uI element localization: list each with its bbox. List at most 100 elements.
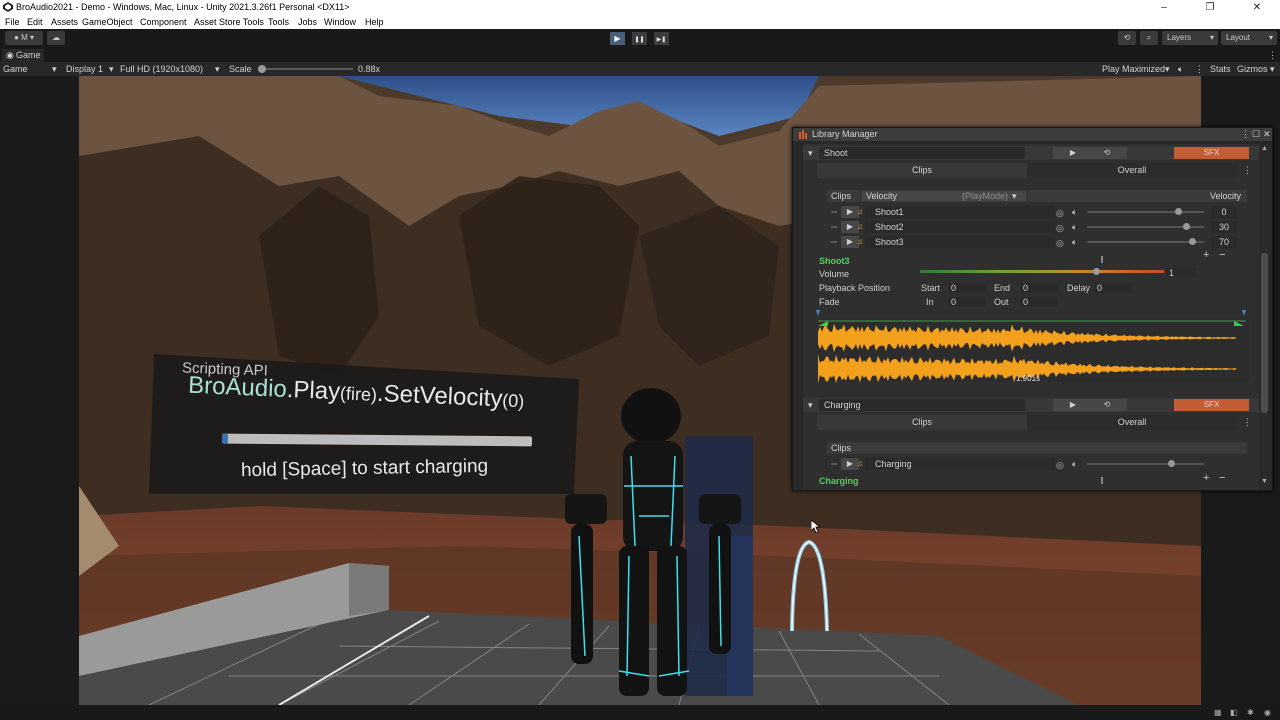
entity-type-badge[interactable]: SFX [1174,147,1249,159]
menu-help[interactable]: Help [365,15,384,29]
chevron-down-icon[interactable]: ▾ [808,146,813,160]
target-icon[interactable]: ◎ [1056,236,1064,250]
tab-clips[interactable]: Clips [817,163,1027,178]
tab-clips[interactable]: Clips [817,415,1027,430]
chevron-down-icon[interactable]: ▾ [808,398,813,412]
entity-name-field[interactable]: Charging [819,399,1025,411]
play-mode-dropdown[interactable]: Play Maximized [1102,62,1165,76]
clip-name-field[interactable]: ♫ Shoot3 [857,236,1055,248]
play-button[interactable]: ▶ [610,32,625,45]
clip-name-field[interactable]: ♫ Shoot2 [857,221,1055,233]
more-options-icon[interactable]: ⋮ [1241,128,1250,141]
volume-slider[interactable] [920,270,1164,273]
mute-audio-icon[interactable]: 🔈︎ [1178,62,1183,76]
settings-icon[interactable]: ⋮ [1195,62,1204,76]
gizmos-button[interactable]: Gizmos [1237,62,1268,76]
target-icon[interactable]: ◎ [1056,221,1064,235]
list-item[interactable]: ▶ ♫ Charging ◎ 🔈︎ [827,457,1247,471]
drag-handle[interactable] [831,226,837,228]
game-mode-dropdown[interactable]: Game [3,62,28,76]
menu-gameobject[interactable]: GameObject [82,15,133,29]
progress-icon[interactable]: ▦ [1214,708,1223,717]
entity-name-field[interactable]: Shoot [819,147,1025,159]
menu-file[interactable]: File [5,15,20,29]
menu-asset-store-tools[interactable]: Asset Store Tools [194,15,264,29]
tab-overall[interactable]: Overall [1027,163,1237,178]
tab-overall[interactable]: Overall [1027,415,1237,430]
clip-velocity-field[interactable]: 30 [1211,221,1237,233]
collab-icon[interactable]: ◉ [1264,708,1273,717]
resolution-dropdown[interactable]: Full HD (1920x1080) [120,62,203,76]
entity-loop-button[interactable]: ⟲ [1087,147,1127,159]
delay-field[interactable]: 0 [1094,283,1132,293]
history-button[interactable]: ⟲ [1118,31,1136,45]
end-field[interactable]: 0 [1020,283,1058,293]
library-manager-titlebar[interactable]: Library Manager ⋮ ☐ ✕ [793,128,1272,141]
clip-volume-slider[interactable] [1087,211,1204,213]
start-field[interactable]: 0 [948,283,986,293]
scroll-up-icon[interactable]: ▲ [1261,145,1268,152]
clip-volume-slider[interactable] [1087,241,1204,243]
list-item[interactable]: ▶ ♫ Shoot1 ◎ 🔈︎ 0 [827,205,1247,219]
entity-header-charging[interactable]: ▾ Charging ▶ ⟲ SFX [803,398,1259,412]
display-dropdown[interactable]: Display 1 [66,62,103,76]
waveform-preview[interactable] [816,308,1252,384]
target-icon[interactable]: ◎ [1056,458,1064,472]
drag-handle[interactable] [831,241,837,243]
entity-loop-button[interactable]: ⟲ [1087,399,1127,411]
maximize-icon[interactable]: ☐ [1252,128,1260,141]
clip-volume-slider[interactable] [1087,463,1204,465]
fade-out-field[interactable]: 0 [1020,297,1058,307]
step-button[interactable]: ▶❚ [654,32,669,45]
pause-button[interactable]: ❚❚ [632,32,647,45]
menu-window[interactable]: Window [324,15,356,29]
cache-icon[interactable]: ◧ [1230,708,1239,717]
entity-type-badge[interactable]: SFX [1174,399,1249,411]
drag-handle[interactable] [831,211,837,213]
clip-volume-knob[interactable] [1189,238,1197,245]
maximize-button[interactable]: ❐ [1187,0,1233,15]
fade-in-field[interactable]: 0 [948,297,986,307]
layers-dropdown[interactable]: Layers ▾ [1162,31,1218,45]
scale-slider-knob[interactable] [257,65,266,73]
clip-volume-knob[interactable] [1168,460,1176,467]
start-marker-icon[interactable] [816,310,820,316]
layout-dropdown[interactable]: Layout ▾ [1221,31,1277,45]
clip-velocity-field[interactable]: 70 [1211,236,1237,248]
clip-name-field[interactable]: ♫ Charging [857,458,1055,470]
drag-handle[interactable] [831,463,837,465]
menu-jobs[interactable]: Jobs [298,15,317,29]
target-icon[interactable]: ◎ [1056,206,1064,220]
end-marker-icon[interactable] [1242,310,1246,316]
list-item[interactable]: ▶ ♫ Shoot3 ◎ 🔈︎ 70 [827,235,1247,249]
minimize-button[interactable]: – [1141,0,1187,15]
list-item[interactable]: ▶ ♫ Shoot2 ◎ 🔈︎ 30 [827,220,1247,234]
cloud-button[interactable]: ☁ [47,31,65,45]
remove-clip-button[interactable]: − [1219,249,1225,261]
search-button[interactable]: ⌕ [1140,31,1158,45]
scale-slider[interactable] [258,68,353,70]
library-scrollbar-thumb[interactable] [1261,253,1268,413]
volume-field[interactable]: 1 [1166,268,1196,278]
stats-button[interactable]: Stats [1210,62,1231,76]
clip-name-field[interactable]: ♫ Shoot1 [857,206,1055,218]
add-clip-button[interactable]: + [1203,249,1209,261]
more-options-icon[interactable]: ⋮ [1243,163,1252,178]
clip-volume-knob[interactable] [1183,223,1191,230]
account-dropdown[interactable]: ● M ▾ [5,31,43,45]
menu-tools[interactable]: Tools [268,15,289,29]
more-options-icon[interactable]: ⋮ [1268,48,1277,62]
close-window-button[interactable]: ✕ [1234,0,1280,15]
menu-edit[interactable]: Edit [27,15,43,29]
remove-clip-button[interactable]: − [1219,472,1225,484]
menu-component[interactable]: Component [140,15,187,29]
volume-slider-knob[interactable] [1092,268,1100,275]
add-clip-button[interactable]: + [1203,472,1209,484]
close-icon[interactable]: ✕ [1263,128,1271,141]
clip-velocity-field[interactable]: 0 [1211,206,1237,218]
library-manager-window[interactable]: Library Manager ⋮ ☐ ✕ ▾ Shoot ▶ ⟲ SFX Cl… [792,127,1273,491]
playmode-dropdown[interactable]: Velocity (PlayMode) ▾ [862,191,1026,201]
tab-game[interactable]: ◉ Game [2,49,44,62]
clip-volume-knob[interactable] [1175,208,1183,215]
menu-assets[interactable]: Assets [51,15,78,29]
